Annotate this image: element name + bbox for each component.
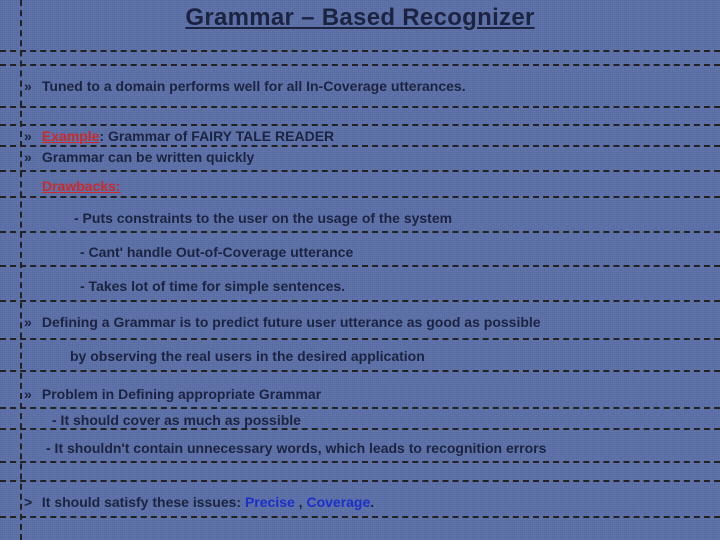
left-dashed-border [20,0,22,540]
bullet-line: > It should satisfy these issues: Precis… [24,494,710,511]
sub-bullet: - It shouldn't contain unnecessary words… [24,440,710,457]
keyword-coverage: Coverage [306,494,370,510]
text: Defining a Grammar is to predict future … [42,314,541,330]
divider [0,170,720,172]
divider [0,50,720,52]
text: - Puts constraints to the user on the us… [74,210,452,226]
bullet-line: » Problem in Defining appropriate Gramma… [24,386,710,403]
bullet-glyph: » [24,149,38,166]
divider [0,480,720,482]
divider [0,370,720,372]
sub-bullet: - It should cover as much as possible [24,412,710,429]
text: Grammar can be written quickly [42,149,254,165]
bullet-glyph: » [24,78,38,95]
divider [0,145,720,147]
divider [0,124,720,126]
text: . [370,494,374,510]
divider [0,338,720,340]
text: by observing the real users in the desir… [70,348,425,364]
slide: Grammar – Based Recognizer » Tuned to a … [0,0,720,540]
divider [0,461,720,463]
divider [0,407,720,409]
divider [0,265,720,267]
divider [0,106,720,108]
slide-title: Grammar – Based Recognizer [0,4,720,32]
text: - Takes lot of time for simple sentences… [80,278,345,294]
bullet-glyph: » [24,314,38,331]
gt-glyph: > [24,494,38,511]
sub-bullet: - Cant' handle Out-of-Coverage utterance [24,244,710,261]
bullet-line: » Defining a Grammar is to predict futur… [24,314,710,331]
bullet-line: » Example: Grammar of FAIRY TALE READER [24,128,710,145]
divider [0,516,720,518]
keyword-precise: Precise [245,494,295,510]
divider [0,196,720,198]
text: - Cant' handle Out-of-Coverage utterance [80,244,353,260]
text: Drawbacks: [42,178,121,194]
divider [0,231,720,233]
bullet-line: » Grammar can be written quickly [24,149,710,166]
text: Tuned to a domain performs well for all … [42,78,466,94]
bullet-glyph: » [24,386,38,403]
divider [0,64,720,66]
bullet-glyph: » [24,128,38,145]
drawbacks-label: Drawbacks: [24,178,710,195]
continuation-line: by observing the real users in the desir… [24,348,710,365]
text: It should satisfy these issues: [42,494,245,510]
bullet-line: » Tuned to a domain performs well for al… [24,78,710,95]
text: : Grammar of FAIRY TALE READER [99,128,334,144]
sub-bullet: - Puts constraints to the user on the us… [24,210,710,227]
text: - It should cover as much as possible [52,412,301,428]
text: Problem in Defining appropriate Grammar [42,386,321,402]
text: , [295,494,307,510]
divider [0,300,720,302]
example-label: Example [42,128,100,144]
sub-bullet: - Takes lot of time for simple sentences… [24,278,710,295]
text: - It shouldn't contain unnecessary words… [46,440,546,456]
